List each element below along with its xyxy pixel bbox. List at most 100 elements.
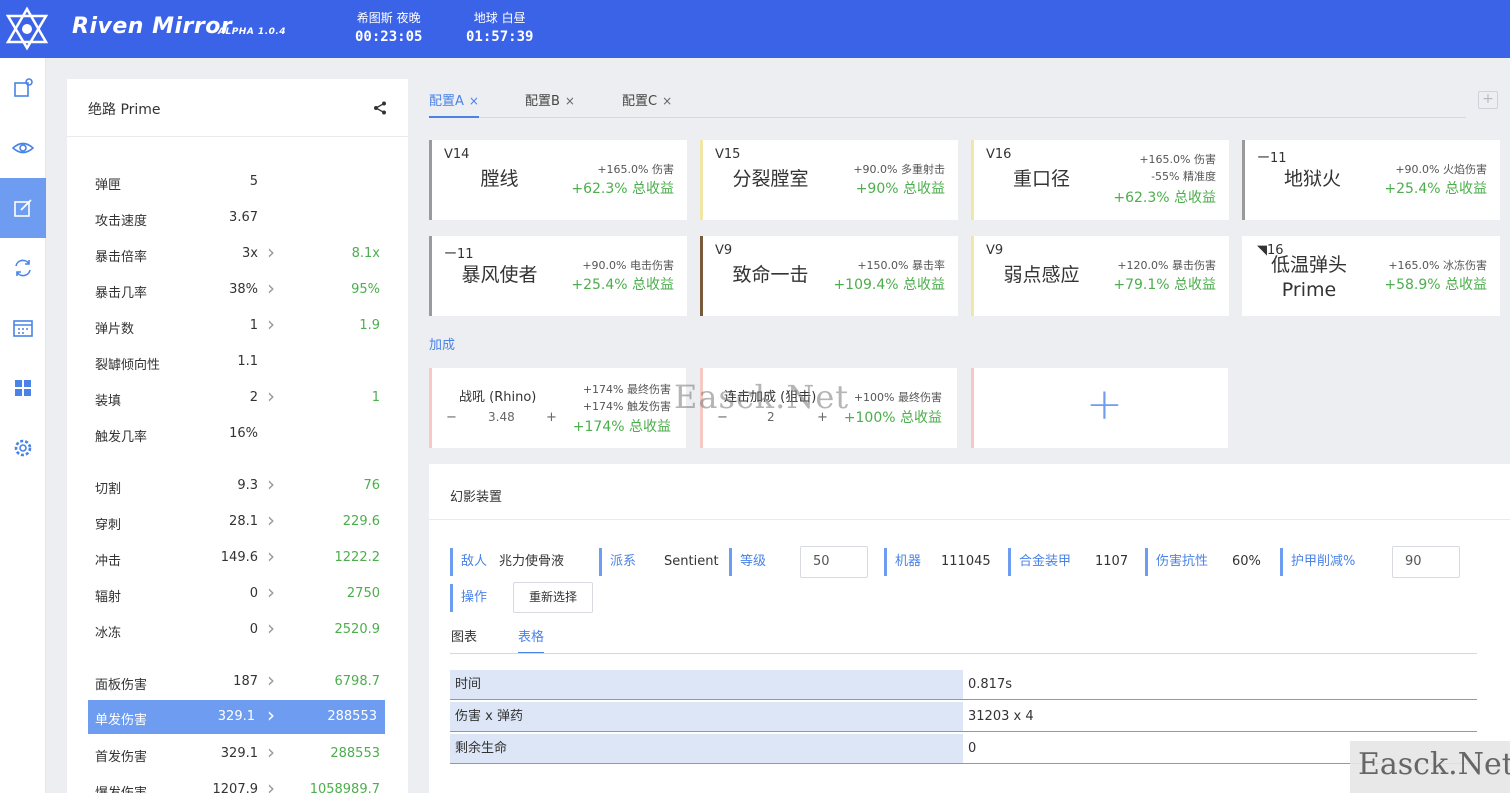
share-icon[interactable] bbox=[372, 100, 388, 116]
stat-row[interactable]: 暴击倍率 3x › 8.1x bbox=[88, 237, 388, 273]
watermark: Easck.Net bbox=[674, 378, 850, 416]
nav-riven[interactable] bbox=[0, 58, 46, 118]
stat-row[interactable]: 爆发伤害 1207.9 › 1058989.7 bbox=[88, 773, 388, 793]
sync-icon bbox=[15, 259, 31, 277]
plus-button[interactable]: + bbox=[546, 410, 557, 425]
mod-card[interactable]: ᐯ9 致命一击 +150.0% 暴击率 +109.4% 总收益 bbox=[700, 236, 958, 316]
stat-row[interactable]: 切割 9.3 › 76 bbox=[88, 469, 388, 505]
nav-sync[interactable] bbox=[0, 238, 46, 298]
level-input[interactable]: 50 bbox=[800, 546, 868, 578]
stat-value: 0 bbox=[249, 586, 258, 601]
mod-name: 低温弹头 Prime bbox=[1270, 254, 1347, 301]
mod-gain: +62.3% 总收益 bbox=[571, 181, 674, 197]
stat-row[interactable]: 穿刺 28.1 › 229.6 bbox=[88, 505, 388, 541]
mod-card[interactable]: ᐯ9 弱点感应 +120.0% 暴击伤害 +79.1% 总收益 bbox=[971, 236, 1229, 316]
stat-result: 95% bbox=[351, 282, 380, 297]
mod-effect: +165.0% 伤害 bbox=[597, 163, 674, 176]
mod-card[interactable]: ᐯ15 分裂膛室 +90.0% 多重射击 +90% 总收益 bbox=[700, 140, 958, 220]
nav-settings[interactable] bbox=[0, 418, 46, 478]
stat-value: 1 bbox=[249, 318, 258, 333]
stat-result: 288553 bbox=[330, 746, 380, 761]
tab-table[interactable]: 表格 bbox=[518, 626, 545, 654]
mod-card[interactable]: ー11 暴风使者 +90.0% 电击伤害 +25.4% 总收益 bbox=[429, 236, 687, 316]
tab-chart[interactable]: 图表 bbox=[451, 626, 477, 654]
alloy-armor-value: 1107 bbox=[1095, 554, 1129, 569]
stat-row[interactable]: 冲击 149.6 › 1222.2 bbox=[88, 541, 388, 577]
table-row: 时间 0.817s bbox=[450, 670, 1477, 700]
tab-label: 配置B bbox=[525, 94, 560, 109]
stat-label: 弹匣 bbox=[95, 178, 122, 193]
stat-row[interactable]: 弹片数 1 › 1.9 bbox=[88, 309, 388, 345]
mod-name: 致命一击 bbox=[732, 264, 809, 286]
tab-config-c[interactable]: 配置C × bbox=[622, 90, 672, 118]
stat-row[interactable]: 面板伤害 187 › 6798.7 bbox=[88, 665, 388, 701]
mod-rank: ー11 bbox=[1257, 151, 1287, 166]
mod-name: 重口径 bbox=[1012, 168, 1070, 190]
stat-value: 38% bbox=[229, 282, 258, 297]
add-tab-button[interactable]: + bbox=[1478, 91, 1498, 109]
stat-row[interactable]: 辐射 0 › 2750 bbox=[88, 577, 388, 613]
close-icon[interactable]: × bbox=[662, 94, 672, 108]
buff-gain: +174% 总收益 bbox=[572, 419, 671, 435]
tab-label: 配置A bbox=[429, 94, 464, 109]
buff-effect: +174% 最终伤害 bbox=[582, 383, 671, 396]
stat-label: 暴击几率 bbox=[95, 286, 148, 301]
armor-reduce-input[interactable]: 90 bbox=[1392, 546, 1460, 578]
tab-label: 配置C bbox=[622, 94, 658, 109]
mod-name: 分裂膛室 bbox=[732, 168, 809, 190]
clock-name: 希图斯 夜晚 bbox=[356, 11, 421, 25]
tab-config-b[interactable]: 配置B × bbox=[525, 90, 575, 118]
stepper-value[interactable]: 3.48 bbox=[488, 410, 515, 424]
stat-row[interactable]: 装填 2 › 1 bbox=[88, 381, 388, 417]
stat-value: 1.1 bbox=[237, 354, 258, 369]
stat-row[interactable]: 冰冻 0 › 2520.9 bbox=[88, 613, 388, 649]
buff-gain: +100% 总收益 bbox=[843, 410, 942, 426]
mod-card[interactable]: ◥16 低温弹头 Prime +165.0% 冰冻伤害 +58.9% 总收益 bbox=[1242, 236, 1500, 316]
stat-result: 1058989.7 bbox=[309, 782, 380, 793]
tab-config-a[interactable]: 配置A × bbox=[429, 90, 479, 118]
nav-edit[interactable] bbox=[0, 178, 46, 238]
stat-row[interactable]: 首发伤害 329.1 › 288553 bbox=[88, 737, 388, 773]
mod-name: 膛线 bbox=[480, 168, 519, 190]
damage-resist-field: 伤害抗性 60% bbox=[1145, 548, 1261, 576]
stats-header: 绝路 Prime bbox=[67, 79, 408, 137]
nav-calendar[interactable] bbox=[0, 298, 46, 358]
stat-label: 单发伤害 bbox=[95, 713, 148, 728]
mod-card[interactable]: ᐯ16 重口径 +165.0% 伤害 -55% 精准度 +62.3% 总收益 bbox=[971, 140, 1229, 220]
edit-icon bbox=[14, 199, 32, 217]
close-icon[interactable]: × bbox=[565, 94, 575, 108]
divider bbox=[450, 653, 1477, 654]
top-bar: Riven Mirror ALPHA 1.0.4 希图斯 夜晚 00:23:05… bbox=[0, 0, 1510, 58]
mod-rank: ᐯ15 bbox=[715, 147, 741, 162]
stat-value: 2 bbox=[249, 390, 258, 405]
buff-card[interactable]: 战吼 (Rhino) − 3.48 + +174% 最终伤害 +174% 触发伤… bbox=[429, 368, 686, 448]
mod-name: 弱点感应 bbox=[1003, 264, 1080, 286]
field-key: 敌人 bbox=[450, 548, 487, 576]
stat-row[interactable]: 暴击几率 38% › 95% bbox=[88, 273, 388, 309]
field-key: 机器 bbox=[884, 548, 921, 576]
mod-card[interactable]: ᐯ14 膛线 +165.0% 伤害 +62.3% 总收益 bbox=[429, 140, 687, 220]
mod-card[interactable]: ー11 地狱火 +90.0% 火焰伤害 +25.4% 总收益 bbox=[1242, 140, 1500, 220]
logo-icon[interactable] bbox=[4, 6, 50, 52]
enemy-value[interactable]: 兆力使骨液 bbox=[499, 548, 564, 576]
faction-value: Sentient bbox=[664, 554, 719, 569]
action-field: 操作 bbox=[450, 584, 487, 612]
reselect-button[interactable]: 重新选择 bbox=[513, 582, 593, 613]
nav-view[interactable] bbox=[0, 118, 46, 178]
stat-label: 攻击速度 bbox=[95, 214, 148, 229]
mod-gain: +25.4% 总收益 bbox=[1384, 181, 1487, 197]
close-icon[interactable]: × bbox=[469, 94, 479, 108]
minus-button[interactable]: − bbox=[446, 410, 457, 425]
mod-effect: +165.0% 伤害 bbox=[1139, 153, 1216, 166]
earth-clock: 地球 白昼 01:57:39 bbox=[466, 9, 533, 45]
stat-result: 1 bbox=[371, 390, 380, 405]
chevron-right-icon: › bbox=[267, 276, 275, 300]
stat-row[interactable]: 单发伤害 329.1 › 288553 bbox=[88, 700, 385, 734]
clock-time: 01:57:39 bbox=[466, 29, 534, 45]
nav-grid[interactable] bbox=[0, 358, 46, 418]
stat-label: 触发几率 bbox=[95, 430, 148, 445]
add-buff-button[interactable]: + bbox=[971, 368, 1228, 448]
stat-label: 冲击 bbox=[95, 554, 122, 569]
mod-rank: ᐯ14 bbox=[444, 147, 470, 162]
config-tabs: 配置A × 配置B × 配置C × bbox=[429, 85, 1466, 118]
